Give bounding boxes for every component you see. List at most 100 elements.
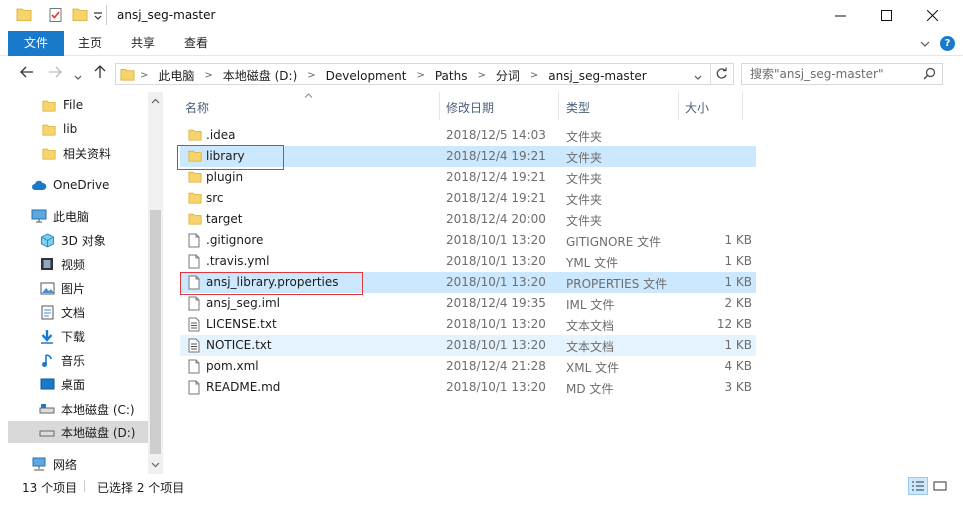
nav-item-related-materials[interactable]: 相关资料 [8, 142, 148, 164]
quick-access-dropdown-icon[interactable] [93, 9, 103, 23]
file-row[interactable]: ansj_seg.iml 2018/12/4 19:35 IML 文件 2 KB [180, 293, 756, 314]
column-divider[interactable] [742, 92, 743, 120]
nav-item-drive-d[interactable]: 本地磁盘 (D:) [8, 421, 148, 443]
file-row[interactable]: src 2018/12/4 19:21 文件夹 [180, 188, 756, 209]
nav-item-label: 桌面 [61, 377, 86, 392]
folder-icon [41, 121, 57, 137]
breadcrumb-development[interactable]: Development [326, 69, 407, 83]
recent-locations-button[interactable] [74, 69, 82, 85]
chevron-down-icon [74, 75, 82, 80]
file-size: 1 KB [724, 338, 752, 352]
breadcrumb-fenci[interactable]: 分词 [496, 67, 520, 84]
nav-item-drive-c[interactable]: 本地磁盘 (C:) [8, 398, 148, 420]
nav-item-downloads[interactable]: 下载 [8, 325, 148, 347]
document-icon [39, 304, 55, 320]
nav-item-network[interactable]: 网络 [8, 453, 148, 475]
file-icon [188, 254, 202, 269]
details-view-button[interactable] [908, 477, 928, 495]
nav-item-videos[interactable]: 视频 [8, 253, 148, 275]
file-row[interactable]: .gitignore 2018/10/1 13:20 GITIGNORE 文件 1 K… [180, 230, 756, 251]
breadcrumb-separator-icon[interactable]: > [140, 70, 148, 81]
nav-item-lib[interactable]: lib [8, 118, 148, 140]
file-row[interactable]: library 2018/12/4 19:21 文件夹 [180, 146, 756, 167]
refresh-icon[interactable] [715, 67, 728, 83]
file-size: 1 KB [724, 254, 752, 268]
folder-icon [16, 7, 32, 24]
navigation-scrollbar[interactable] [148, 92, 163, 474]
search-box[interactable] [741, 63, 943, 85]
breadcrumb-ansj-seg-master[interactable]: ansj_seg-master [548, 69, 646, 83]
file-row[interactable]: .idea 2018/12/5 14:03 文件夹 [180, 125, 756, 146]
column-divider[interactable] [439, 92, 440, 120]
file-name: target [206, 212, 243, 226]
column-divider[interactable] [678, 92, 679, 120]
file-row[interactable]: README.md 2018/10/1 13:20 MD 文件 3 KB [180, 377, 756, 398]
maximize-icon [880, 10, 892, 21]
breadcrumb-separator-icon[interactable]: > [204, 70, 212, 81]
tab-share[interactable]: 共享 [117, 31, 169, 56]
file-row[interactable]: ansj_library.properties 2018/10/1 13:20 PR… [180, 272, 756, 293]
breadcrumb-separator-icon[interactable]: > [307, 70, 315, 81]
file-date: 2018/10/1 13:20 [446, 275, 546, 289]
nav-item-this-pc[interactable]: 此电脑 [8, 205, 148, 227]
maximize-button[interactable] [863, 0, 909, 31]
file-size: 1 KB [724, 275, 752, 289]
back-button[interactable] [20, 66, 34, 82]
nav-item-music[interactable]: 音乐 [8, 349, 148, 371]
scrollbar-thumb[interactable] [150, 210, 161, 454]
breadcrumb-drive-d[interactable]: 本地磁盘 (D:) [223, 67, 297, 84]
minimize-button[interactable] [817, 0, 863, 31]
column-divider[interactable] [558, 92, 559, 120]
large-icons-view-button[interactable] [930, 477, 950, 495]
file-row[interactable]: .travis.yml 2018/10/1 13:20 YML 文件 1 KB [180, 251, 756, 272]
tab-view[interactable]: 查看 [170, 31, 222, 56]
file-row[interactable]: NOTICE.txt 2018/10/1 13:20 文本文档 1 KB [180, 335, 756, 356]
breadcrumb-separator-icon[interactable]: > [416, 70, 424, 81]
expand-ribbon-icon[interactable] [920, 40, 930, 48]
column-header-type[interactable]: 类型 [566, 99, 590, 116]
nav-item-file[interactable]: File [8, 94, 148, 116]
new-folder-icon[interactable] [72, 7, 88, 24]
column-header-date[interactable]: 修改日期 [446, 99, 494, 116]
nav-item-pictures[interactable]: 图片 [8, 277, 148, 299]
tab-file[interactable]: 文件 [8, 31, 64, 56]
file-list-scrollbar[interactable] [932, 92, 947, 474]
nav-item-3d-objects[interactable]: 3D 对象 [8, 229, 148, 251]
file-row[interactable]: target 2018/12/4 20:00 文件夹 [180, 209, 756, 230]
nav-item-label: 相关资料 [63, 146, 112, 161]
breadcrumb-this-pc[interactable]: 此电脑 [158, 67, 194, 84]
file-size: 1 KB [724, 233, 752, 247]
nav-item-desktop[interactable]: 桌面 [8, 373, 148, 395]
file-list: 名称 修改日期 类型 大小 .idea 2018/12/5 14:03 文件夹 lib… [172, 92, 932, 474]
close-button[interactable] [909, 0, 955, 31]
search-input[interactable] [742, 64, 917, 84]
address-bar[interactable]: > 此电脑 > 本地磁盘 (D:) > Development > Paths … [115, 63, 734, 85]
arrow-right-icon [49, 66, 62, 78]
breadcrumb-paths[interactable]: Paths [435, 69, 468, 83]
file-row[interactable]: plugin 2018/12/4 19:21 文件夹 [180, 167, 756, 188]
tab-home[interactable]: 主页 [64, 31, 116, 56]
file-name: ansj_library.properties [206, 275, 339, 289]
up-button[interactable] [94, 65, 106, 83]
nav-item-label: 此电脑 [53, 209, 90, 224]
column-header-name[interactable]: 名称 [185, 99, 209, 116]
help-button[interactable]: ? [940, 36, 955, 51]
breadcrumb-separator-icon[interactable]: > [477, 70, 485, 81]
properties-icon[interactable] [48, 7, 64, 26]
nav-item-onedrive[interactable]: OneDrive [8, 174, 148, 196]
file-type: 文件夹 [566, 193, 603, 207]
file-row[interactable]: LICENSE.txt 2018/10/1 13:20 文本文档 12 KB [180, 314, 756, 335]
forward-button[interactable] [48, 66, 62, 82]
cube-icon [39, 232, 55, 248]
nav-item-label: 图片 [61, 281, 86, 296]
file-type: PROPERTIES 文件 [566, 277, 668, 291]
video-icon [39, 256, 55, 272]
file-row[interactable]: pom.xml 2018/12/4 21:28 XML 文件 4 KB [180, 356, 756, 377]
arrow-left-icon [20, 66, 33, 78]
column-header-size[interactable]: 大小 [685, 99, 709, 116]
address-dropdown-icon[interactable] [694, 70, 702, 84]
file-type: 文本文档 [566, 340, 615, 354]
breadcrumb-separator-icon[interactable]: > [530, 70, 538, 81]
nav-item-documents[interactable]: 文档 [8, 301, 148, 323]
search-icon[interactable] [923, 67, 936, 83]
